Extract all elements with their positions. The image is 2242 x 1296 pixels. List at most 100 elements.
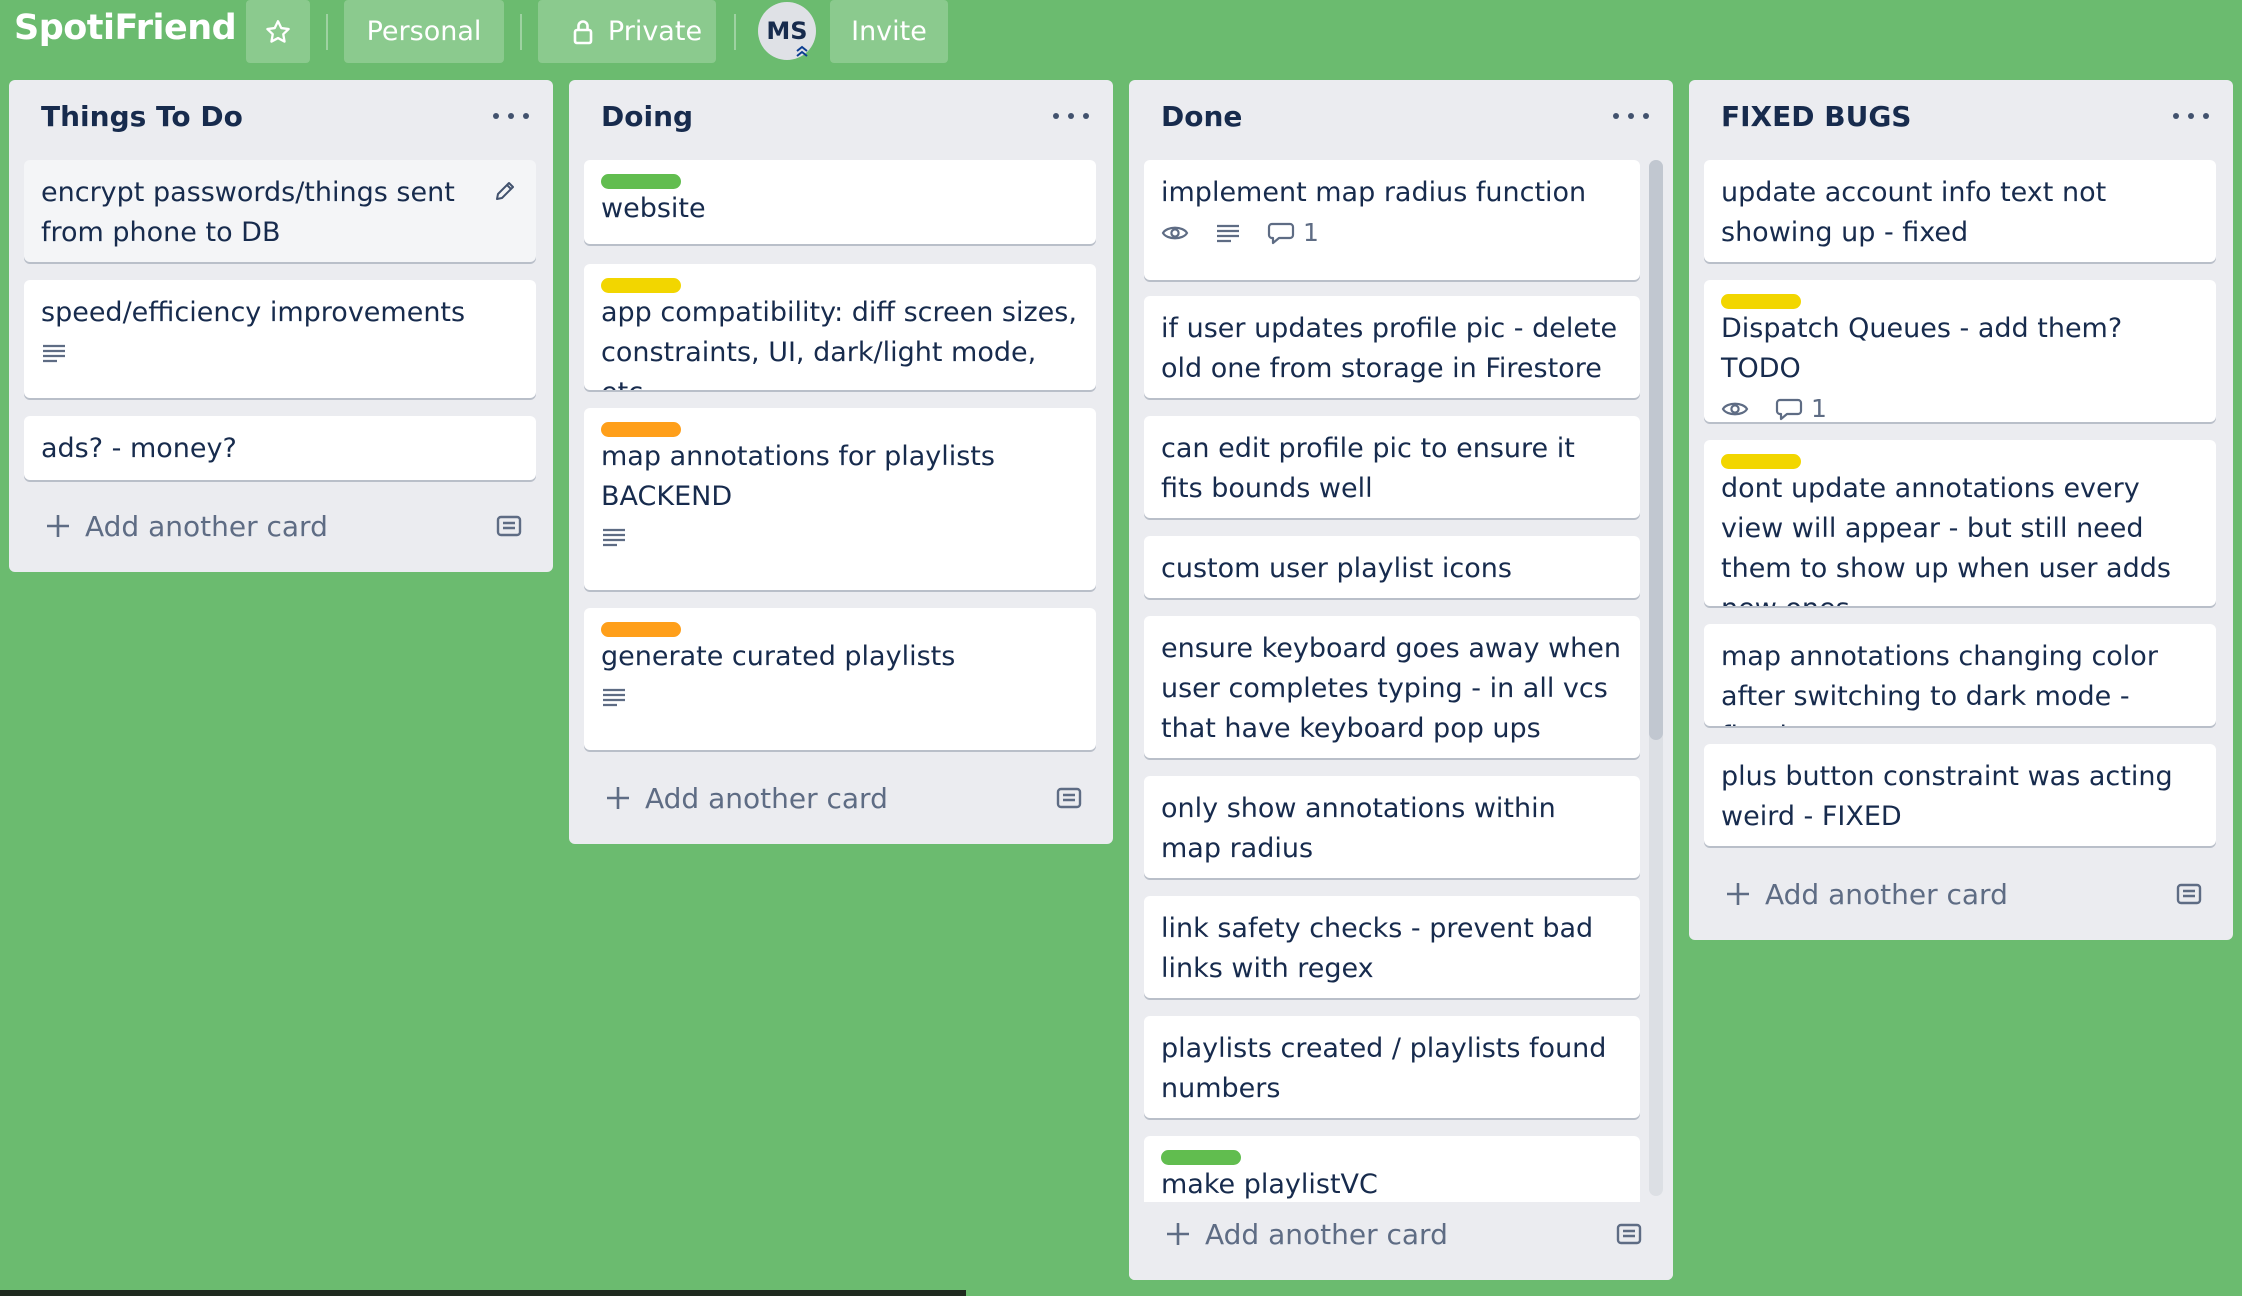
card-title: only show annotations within map radius <box>1161 793 1556 864</box>
list-card[interactable]: generate curated playlists <box>584 608 1096 750</box>
list-title[interactable]: Things To Do <box>41 100 243 133</box>
list-card[interactable]: can edit profile pic to ensure it fits b… <box>1144 416 1640 518</box>
comment-icon <box>1775 398 1803 421</box>
privacy-button[interactable]: Private <box>538 0 716 63</box>
list-card[interactable]: custom user playlist icons <box>1144 536 1640 598</box>
header-divider <box>326 14 328 50</box>
comment-badge: 1 <box>1775 389 1827 422</box>
list-card[interactable]: plus button constraint was acting weird … <box>1704 744 2216 846</box>
private-label: Private <box>607 16 703 47</box>
add-card-label: Add another card <box>1205 1217 1448 1251</box>
list-card[interactable]: map annotations changing color after swi… <box>1704 624 2216 726</box>
list-card[interactable]: playlists created / playlists found numb… <box>1144 1016 1640 1118</box>
card-title: ads? - money? <box>41 433 237 464</box>
card-badges <box>41 333 519 373</box>
card-title: plus button constraint was acting weird … <box>1721 761 2173 832</box>
invite-button[interactable]: Invite <box>830 0 948 63</box>
card-title: app compatibility: diff screen sizes, co… <box>601 297 1077 390</box>
comment-count: 1 <box>1303 218 1319 247</box>
add-card-button[interactable]: Add another card <box>1165 1214 1448 1254</box>
list-card[interactable]: ads? - money? <box>24 416 536 480</box>
card-label-yellow <box>1721 454 1801 469</box>
card-label-green <box>1161 1150 1241 1165</box>
card-title: if user updates profile pic - delete old… <box>1161 313 1618 384</box>
card-title: ensure keyboard goes away when user comp… <box>1161 633 1621 744</box>
list-card[interactable]: implement map radius function 1 <box>1144 160 1640 280</box>
description-icon <box>1215 222 1241 244</box>
card-title: link safety checks - prevent bad links w… <box>1161 913 1594 984</box>
card-label-yellow <box>601 278 681 293</box>
card-template-icon[interactable] <box>1055 784 1083 812</box>
list-card[interactable]: encrypt passwords/things sent from phone… <box>24 160 536 262</box>
list-card[interactable]: make playlistVC <box>1144 1136 1640 1202</box>
list-fixed-bugs: FIXED BUGS update account info text not … <box>1689 80 2233 940</box>
add-card-button[interactable]: Add another card <box>605 778 888 818</box>
list-card[interactable]: update account info text not showing up … <box>1704 160 2216 262</box>
list-card[interactable]: link safety checks - prevent bad links w… <box>1144 896 1640 998</box>
list-card[interactable]: if user updates profile pic - delete old… <box>1144 296 1640 398</box>
list-done: Done implement map radius function 1 if … <box>1129 80 1673 1280</box>
list-card[interactable]: speed/efficiency improvements <box>24 280 536 398</box>
lock-icon <box>573 19 593 44</box>
eye-icon <box>1161 223 1189 243</box>
card-title: map annotations changing color after swi… <box>1721 641 2158 726</box>
board-header: SpotiFriend Personal Private MS Invite <box>0 0 2242 64</box>
team-visibility-button[interactable]: Personal <box>344 0 504 63</box>
avatar-initials: MS <box>766 17 808 45</box>
card-title: website <box>601 193 706 224</box>
add-card-label: Add another card <box>85 509 328 543</box>
card-title: implement map radius function <box>1161 177 1587 208</box>
card-title: dont update annotations every view will … <box>1721 473 2171 606</box>
card-title: speed/efficiency improvements <box>41 297 466 328</box>
card-title: encrypt passwords/things sent from phone… <box>41 177 455 248</box>
card-template-icon[interactable] <box>1615 1220 1643 1248</box>
star-icon <box>266 19 290 43</box>
list-card[interactable]: map annotations for playlists BACKEND <box>584 408 1096 590</box>
card-template-icon[interactable] <box>495 512 523 540</box>
list-card[interactable]: only show annotations within map radius <box>1144 776 1640 878</box>
list-title[interactable]: FIXED BUGS <box>1721 100 1911 133</box>
window-edge <box>0 1290 966 1296</box>
card-badges: 1 <box>1161 213 1623 253</box>
plus-icon <box>1167 1223 1189 1245</box>
add-card-button[interactable]: Add another card <box>1725 874 2008 914</box>
card-title: update account info text not showing up … <box>1721 177 2107 248</box>
card-title: Dispatch Queues - add them? TODO <box>1721 313 2123 384</box>
description-icon <box>601 526 627 548</box>
add-card-label: Add another card <box>645 781 888 815</box>
description-icon <box>601 686 627 708</box>
card-title: generate curated playlists <box>601 641 956 672</box>
list-card[interactable]: website <box>584 160 1096 244</box>
list-card[interactable]: Dispatch Queues - add them? TODO 1 <box>1704 280 2216 422</box>
comment-icon <box>1267 222 1295 245</box>
list-menu-button[interactable] <box>1053 104 1089 128</box>
plus-icon <box>607 787 629 809</box>
member-avatar[interactable]: MS <box>758 2 816 60</box>
board-title[interactable]: SpotiFriend <box>14 8 237 48</box>
list-card[interactable]: app compatibility: diff screen sizes, co… <box>584 264 1096 390</box>
card-template-icon[interactable] <box>2175 880 2203 908</box>
pencil-icon[interactable] <box>490 176 520 206</box>
list-scrollbar[interactable] <box>1649 160 1663 1196</box>
list-card[interactable]: ensure keyboard goes away when user comp… <box>1144 616 1640 758</box>
add-card-button[interactable]: Add another card <box>45 506 328 546</box>
comment-badge: 1 <box>1267 213 1319 253</box>
card-title: playlists created / playlists found numb… <box>1161 1033 1607 1104</box>
card-badges <box>601 517 1079 557</box>
eye-icon <box>1721 399 1749 419</box>
add-card-label: Add another card <box>1765 877 2008 911</box>
list-card[interactable]: dont update annotations every view will … <box>1704 440 2216 606</box>
invite-label: Invite <box>851 16 927 47</box>
plus-icon <box>47 515 69 537</box>
comment-count: 1 <box>1811 394 1827 422</box>
header-divider <box>520 14 522 50</box>
double-chevron-up-icon <box>796 45 808 57</box>
card-label-orange <box>601 422 681 437</box>
card-title: custom user playlist icons <box>1161 553 1512 584</box>
list-title[interactable]: Doing <box>601 100 693 133</box>
list-menu-button[interactable] <box>493 104 529 128</box>
list-menu-button[interactable] <box>2173 104 2209 128</box>
scrollbar-thumb[interactable] <box>1649 160 1663 740</box>
card-label-yellow <box>1721 294 1801 309</box>
star-board-button[interactable] <box>246 0 310 63</box>
